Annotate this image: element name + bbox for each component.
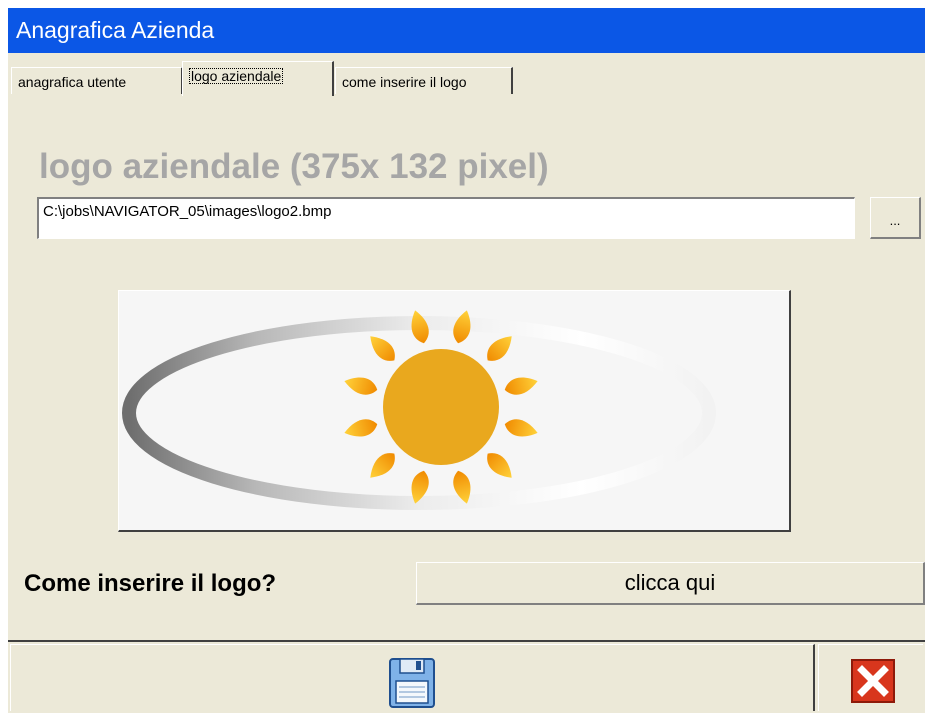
logo-path-field[interactable]: C:\jobs\NAVIGATOR_05\images\logo2.bmp — [37, 197, 855, 239]
tab-label: come inserire il logo — [342, 74, 467, 90]
close-button[interactable] — [851, 659, 895, 703]
browse-button[interactable]: ... — [870, 197, 921, 239]
close-panel — [818, 644, 923, 711]
tab-come-inserire-logo[interactable]: come inserire il logo — [335, 67, 513, 94]
window-title: Anagrafica Azienda — [16, 17, 215, 43]
tab-label: anagrafica utente — [18, 74, 127, 90]
save-button[interactable] — [387, 657, 437, 709]
close-icon — [851, 659, 895, 703]
sun-logo-image — [122, 310, 716, 510]
help-question: Come inserire il logo? — [24, 570, 277, 597]
bottom-toolbar — [8, 640, 925, 713]
tab-logo-aziendale[interactable]: logo aziendale — [182, 61, 334, 96]
help-button[interactable]: clicca qui — [416, 562, 925, 605]
floppy-disk-icon — [389, 658, 435, 708]
title-bar[interactable]: Anagrafica Azienda — [8, 8, 925, 53]
tab-label: logo aziendale — [189, 68, 284, 84]
logo-preview — [118, 290, 791, 532]
save-panel — [10, 644, 815, 711]
logo-heading: logo aziendale (375x 132 pixel) — [39, 147, 549, 186]
app-window: Anagrafica Azienda anagrafica utente log… — [8, 8, 925, 713]
tab-anagrafica-utente[interactable]: anagrafica utente — [11, 67, 183, 94]
